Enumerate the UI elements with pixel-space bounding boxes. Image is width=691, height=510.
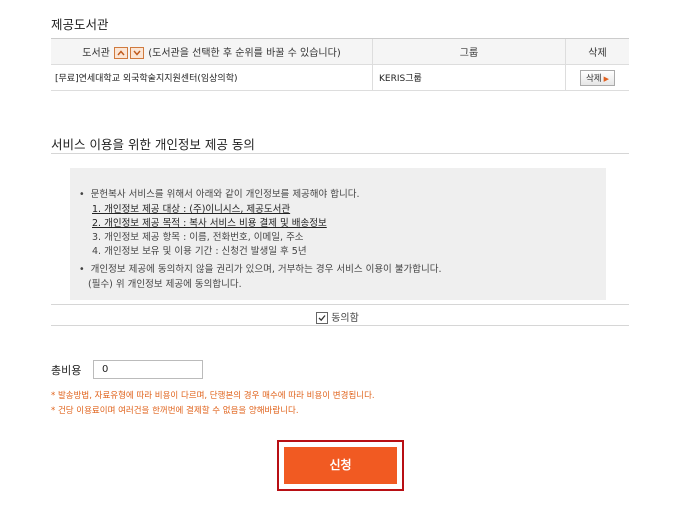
agree-label: 동의함 [331, 313, 359, 324]
agree-divider-bottom [51, 325, 629, 326]
consent-bullet-2: • 개인정보 제공에 동의하지 않을 권리가 있으며, 거부하는 경우 서비스 … [79, 264, 442, 275]
consent-bullet-2-text: 개인정보 제공에 동의하지 않을 권리가 있으며, 거부하는 경우 서비스 이용… [90, 264, 442, 275]
consent-item-1: 1. 개인정보 제공 대상 : (주)이니시스, 제공도서관 [92, 204, 291, 215]
library-column-hint: (도서관을 선택한 후 순위를 바꿀 수 있습니다) [148, 48, 341, 59]
consent-item-4: 4. 개인정보 보유 및 이용 기간 : 신청건 발생일 후 5년 [92, 246, 307, 257]
agree-checkbox-row[interactable]: 동의함 [316, 309, 359, 324]
library-name-cell: [무료]연세대학교 외국학술지지원센터(임상의학) [51, 64, 373, 91]
group-cell: KERIS그룹 [372, 64, 566, 91]
library-section-title: 제공도서관 [51, 17, 109, 32]
consent-section-title: 서비스 이용을 위한 개인정보 제공 동의 [51, 137, 255, 152]
delete-button-label: 삭제 [585, 73, 602, 84]
triangle-right-icon: ▶ [603, 74, 610, 83]
library-table: 도서관 (도서관을 선택한 후 순위를 바꿀 수 있습니다) 그룹 삭제 [무료… [51, 38, 629, 91]
agree-divider-top [51, 304, 629, 305]
group-column-header: 그룹 [372, 38, 566, 65]
consent-item-3: 3. 개인정보 제공 항목 : 이름, 전화번호, 이메일, 주소 [92, 232, 304, 243]
delete-cell: 삭제 ▶ [565, 64, 629, 91]
consent-divider [51, 153, 629, 154]
consent-item-2: 2. 개인정보 제공 목적 : 복사 서비스 비용 결제 및 배송정보 [92, 218, 327, 229]
consent-box: • 문헌복사 서비스를 위해서 아래와 같이 개인정보를 제공해야 합니다. 1… [70, 168, 606, 300]
submit-button[interactable]: 신청 [284, 447, 397, 484]
arrow-up-icon[interactable] [114, 47, 129, 59]
agree-checkbox[interactable] [316, 312, 328, 324]
library-column-prefix: 도서관 [82, 48, 110, 59]
submit-highlight: 신청 [277, 440, 404, 491]
delete-column-header: 삭제 [565, 38, 629, 65]
arrow-down-icon[interactable] [130, 47, 145, 59]
notice-line-1: * 발송방법, 자료유형에 따라 비용이 다르며, 단행본의 경우 매수에 따라… [51, 391, 375, 401]
consent-bullet-1-text: 문헌복사 서비스를 위해서 아래와 같이 개인정보를 제공해야 합니다. [90, 189, 360, 200]
consent-required-note: (필수) 위 개인정보 제공에 동의합니다. [88, 279, 242, 290]
library-column-header: 도서관 (도서관을 선택한 후 순위를 바꿀 수 있습니다) [51, 38, 373, 65]
consent-bullet-1: • 문헌복사 서비스를 위해서 아래와 같이 개인정보를 제공해야 합니다. [79, 189, 360, 200]
notice-line-2: * 건당 이용료이며 여러건을 한꺼번에 결제할 수 없음을 양해바랍니다. [51, 406, 299, 416]
total-cost-label: 총비용 [51, 364, 82, 377]
delete-button[interactable]: 삭제 ▶ [579, 69, 616, 86]
table-row[interactable]: [무료]연세대학교 외국학술지지원센터(임상의학) KERIS그룹 삭제 ▶ [51, 64, 629, 91]
total-cost-input[interactable]: 0 [93, 360, 203, 379]
library-table-header: 도서관 (도서관을 선택한 후 순위를 바꿀 수 있습니다) 그룹 삭제 [51, 38, 629, 65]
